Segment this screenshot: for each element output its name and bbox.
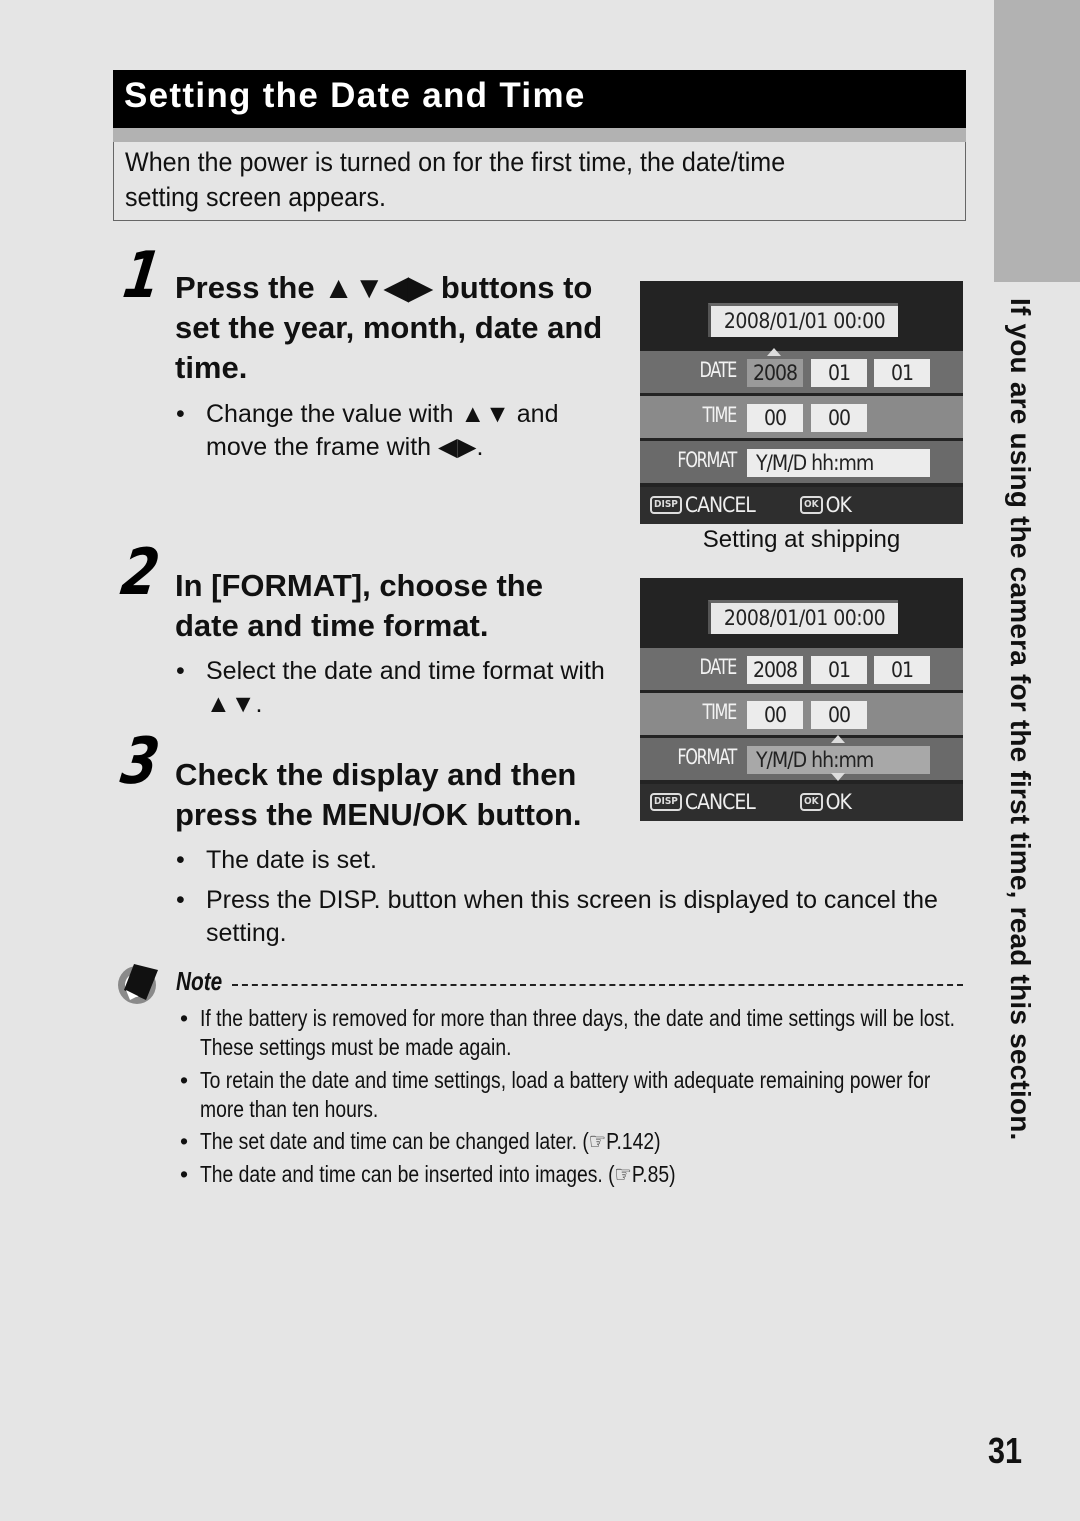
date-label: DATE [699,655,737,679]
time-label: TIME [702,700,738,724]
time-label: TIME [702,403,738,427]
format-label: FORMAT [677,745,737,769]
ok-key-icon: OK [800,793,823,811]
year-field[interactable]: 2008 [747,359,803,387]
cancel-button[interactable]: DISP CANCEL [650,493,756,517]
note-item: The date and time can be inserted into i… [180,1160,970,1189]
down-arrow-icon [831,773,845,781]
date-row: DATE 2008 01 01 [640,648,963,690]
page-number: 31 [988,1430,1023,1471]
note-divider [232,984,963,986]
hour-field[interactable]: 00 [747,701,803,729]
format-label: FORMAT [677,448,737,472]
date-label: DATE [699,358,737,382]
page-title: Setting the Date and Time [113,70,966,128]
ok-button[interactable]: OK OK [800,790,852,814]
month-field[interactable]: 01 [811,359,867,387]
step-2-bullet: Select the date and time format with ▲▼. [176,655,606,721]
up-arrow-icon [767,348,781,356]
screen-caption: Setting at shipping [702,526,901,553]
step-title-1: Press the ▲▼◀▶ buttons to set the year, … [175,270,603,385]
datetime-display: 2008/01/01 00:00 [708,600,898,634]
date-row: DATE 2008 01 01 [640,348,963,393]
format-field[interactable]: Y/M/D hh:mm [747,746,930,774]
cancel-button[interactable]: DISP CANCEL [650,790,756,814]
screen-footer: DISP CANCEL OK OK [640,784,963,821]
screen-footer: DISP CANCEL OK OK [640,487,963,524]
camera-screen-shipping: 2008/01/01 00:00 DATE 2008 01 01 TIME 00… [640,281,963,524]
format-field[interactable]: Y/M/D hh:mm [747,449,930,477]
step-1-bullet: Change the value with ▲▼ and move the fr… [176,398,596,464]
camera-screen-format: 2008/01/01 00:00 DATE 2008 01 01 TIME 00… [640,578,963,821]
note-item: The set date and time can be changed lat… [180,1127,970,1156]
minute-field[interactable]: 00 [811,701,867,729]
note-heading: Note [176,966,223,996]
note-item: To retain the date and time settings, lo… [180,1066,970,1124]
month-field[interactable]: 01 [811,656,867,684]
time-row: TIME 00 00 [640,693,963,735]
note-pencil-icon [118,964,158,1004]
step-title-2: In [FORMAT], choose the date and time fo… [175,568,543,643]
chapter-tab [994,0,1080,282]
note-item: If the battery is removed for more than … [180,1004,970,1062]
intro-box: When the power is turned on for the firs… [113,142,966,221]
disp-key-icon: DISP [650,793,682,811]
step-title-3: Check the display and then press the MEN… [175,757,582,832]
ok-label: OK [825,790,852,814]
time-row: TIME 00 00 [640,396,963,438]
step-number-3: 3 [116,725,164,799]
minute-field[interactable]: 00 [811,404,867,432]
title-underline-strip [113,128,966,142]
year-field[interactable]: 2008 [747,656,803,684]
step-3-bullet-2: Press the DISP. button when this screen … [176,884,966,950]
up-arrow-icon [831,735,845,743]
step-3-bullet-1: The date is set. [176,844,956,877]
hour-field[interactable]: 00 [747,404,803,432]
chapter-side-text: If you are using the camera for the firs… [1005,298,1036,1141]
day-field[interactable]: 01 [874,359,930,387]
format-row: FORMAT Y/M/D hh:mm [640,735,963,781]
day-field[interactable]: 01 [874,656,930,684]
datetime-display: 2008/01/01 00:00 [708,303,898,337]
format-row: FORMAT Y/M/D hh:mm [640,441,963,483]
intro-text: When the power is turned on for the firs… [125,147,786,212]
disp-key-icon: DISP [650,496,682,514]
step-number-2: 2 [116,536,164,610]
cancel-label: CANCEL [684,493,756,517]
ok-label: OK [825,493,852,517]
step-number-1: 1 [118,239,166,313]
ok-button[interactable]: OK OK [800,493,852,517]
cancel-label: CANCEL [684,790,756,814]
ok-key-icon: OK [800,496,823,514]
